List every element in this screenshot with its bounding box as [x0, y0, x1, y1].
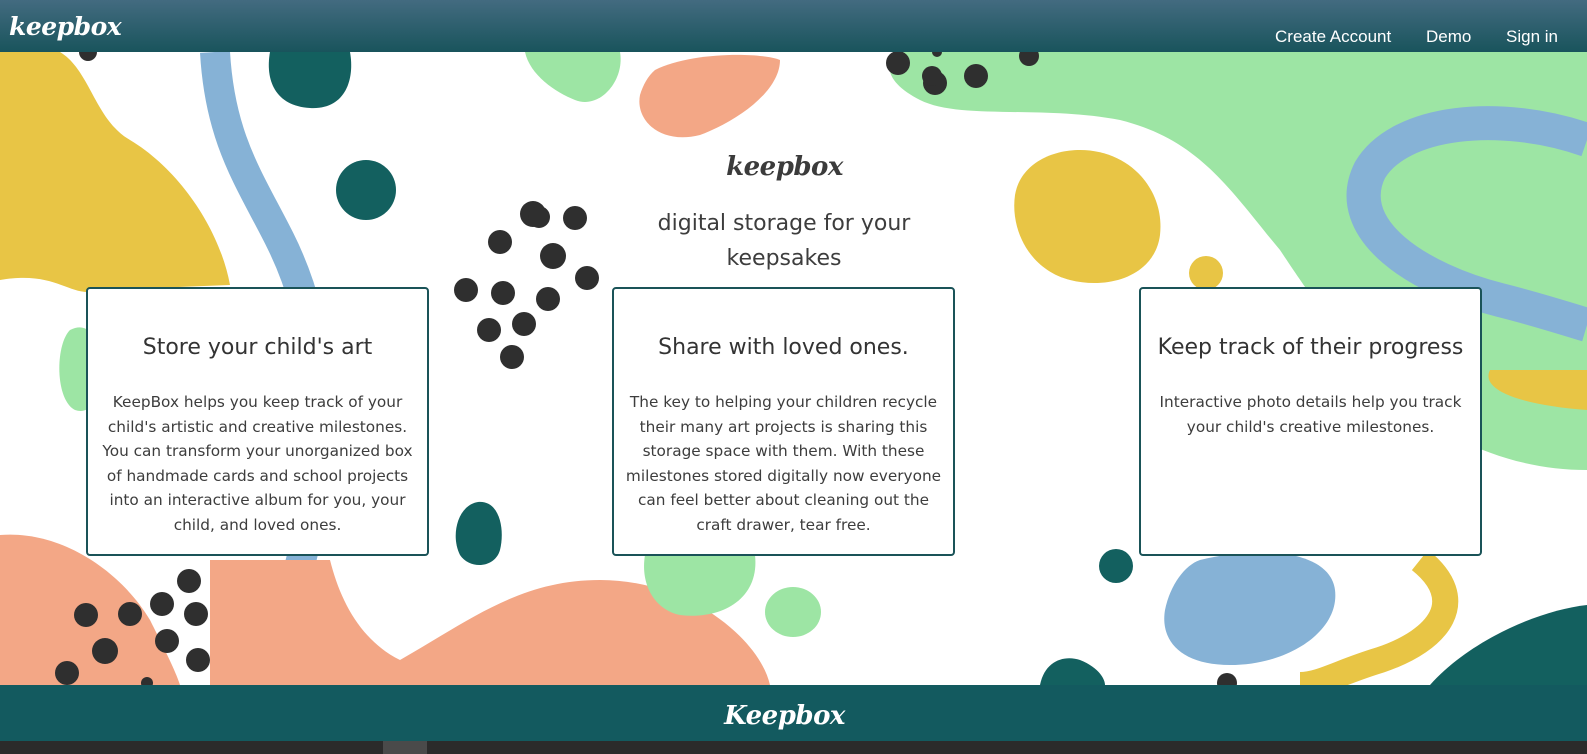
top-navbar: keepbox Create Account Demo Sign in [0, 0, 1587, 52]
footer: Keepbox [0, 685, 1587, 741]
hero-section: keepbox digital storage for your keepsak… [0, 52, 1587, 685]
card-title: Share with loved ones. [658, 335, 909, 360]
bottom-scrollbar[interactable] [0, 741, 1587, 754]
demo-link[interactable]: Demo [1426, 27, 1471, 47]
hero-tagline: digital storage for your keepsakes [657, 211, 911, 271]
footer-logo: Keepbox [724, 701, 845, 731]
card-title: Store your child's art [142, 335, 373, 360]
card-body: KeepBox helps you keep track of your chi… [102, 393, 413, 534]
feature-card-store: Store your child's art KeepBox helps you… [86, 287, 429, 556]
hero-logo: keepbox [726, 152, 843, 182]
sign-in-link[interactable]: Sign in [1506, 27, 1558, 47]
card-body: Interactive photo details help you track… [1159, 393, 1462, 436]
scrollbar-thumb[interactable] [383, 741, 427, 754]
feature-card-progress: Keep track of their progress Interactive… [1139, 287, 1482, 556]
brand-logo[interactable]: keepbox [9, 12, 122, 41]
card-title: Keep track of their progress [1157, 335, 1464, 360]
create-account-link[interactable]: Create Account [1275, 27, 1391, 47]
feature-card-share: Share with loved ones. The key to helpin… [612, 287, 955, 556]
card-body: The key to helping your children recycle… [625, 393, 942, 534]
